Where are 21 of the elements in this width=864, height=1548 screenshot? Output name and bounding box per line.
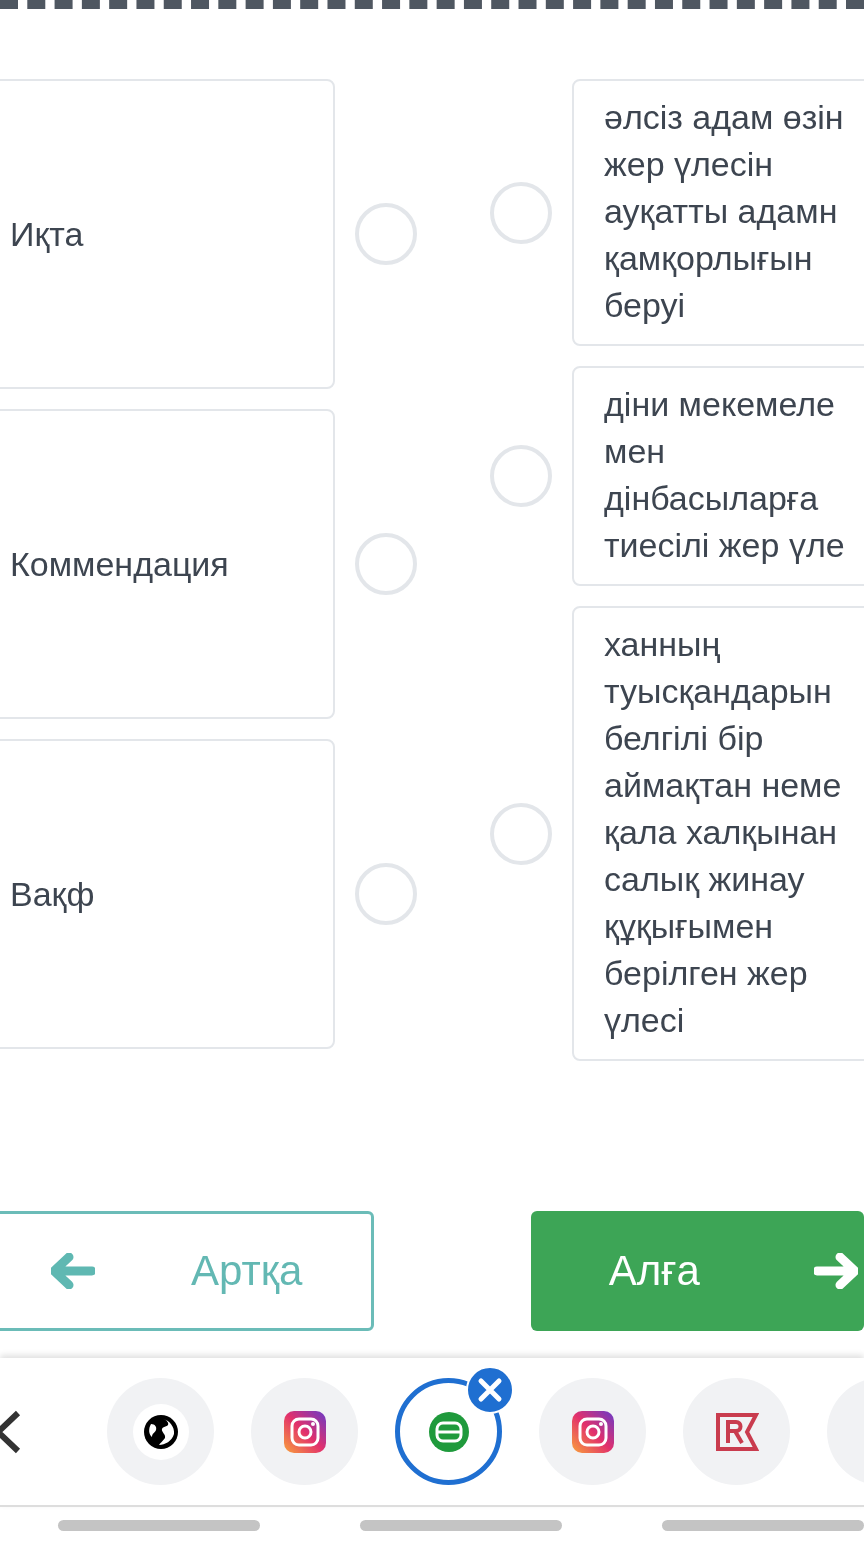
globe-icon (142, 1413, 179, 1450)
match-dot[interactable] (355, 533, 417, 595)
match-dot[interactable] (355, 203, 417, 265)
letter-r-app-icon (714, 1411, 759, 1452)
definition-card[interactable]: әлсіз адам өзін жер үлесін ауқатты адамн қамқорлығын беруі (572, 79, 864, 346)
close-icon[interactable] (466, 1366, 514, 1414)
match-dot[interactable] (490, 181, 552, 244)
match-dot[interactable] (490, 802, 552, 865)
left-arrow-icon (51, 1253, 95, 1289)
letter-b-app-icon (427, 1410, 470, 1453)
term-card[interactable]: Вақф (0, 739, 335, 1049)
term-card[interactable]: Коммендация (0, 409, 335, 719)
term-card[interactable]: Иқта (0, 79, 335, 389)
right-arrow-icon (813, 1253, 858, 1289)
chevron-left-icon[interactable] (0, 1409, 22, 1454)
camera-app-icon (283, 1410, 326, 1453)
definition-card[interactable]: ханның туысқандарын белгілі бір аймақтан неме қала халқынан салық жинау құқығымен берілген жер үлесі (572, 606, 864, 1061)
definition-card[interactable]: діни мекемеле мен дінбасыларға тиесілі жер үле (572, 366, 864, 586)
camera-app-icon (571, 1410, 614, 1453)
match-dot[interactable] (490, 445, 552, 507)
match-dot[interactable] (355, 863, 417, 925)
